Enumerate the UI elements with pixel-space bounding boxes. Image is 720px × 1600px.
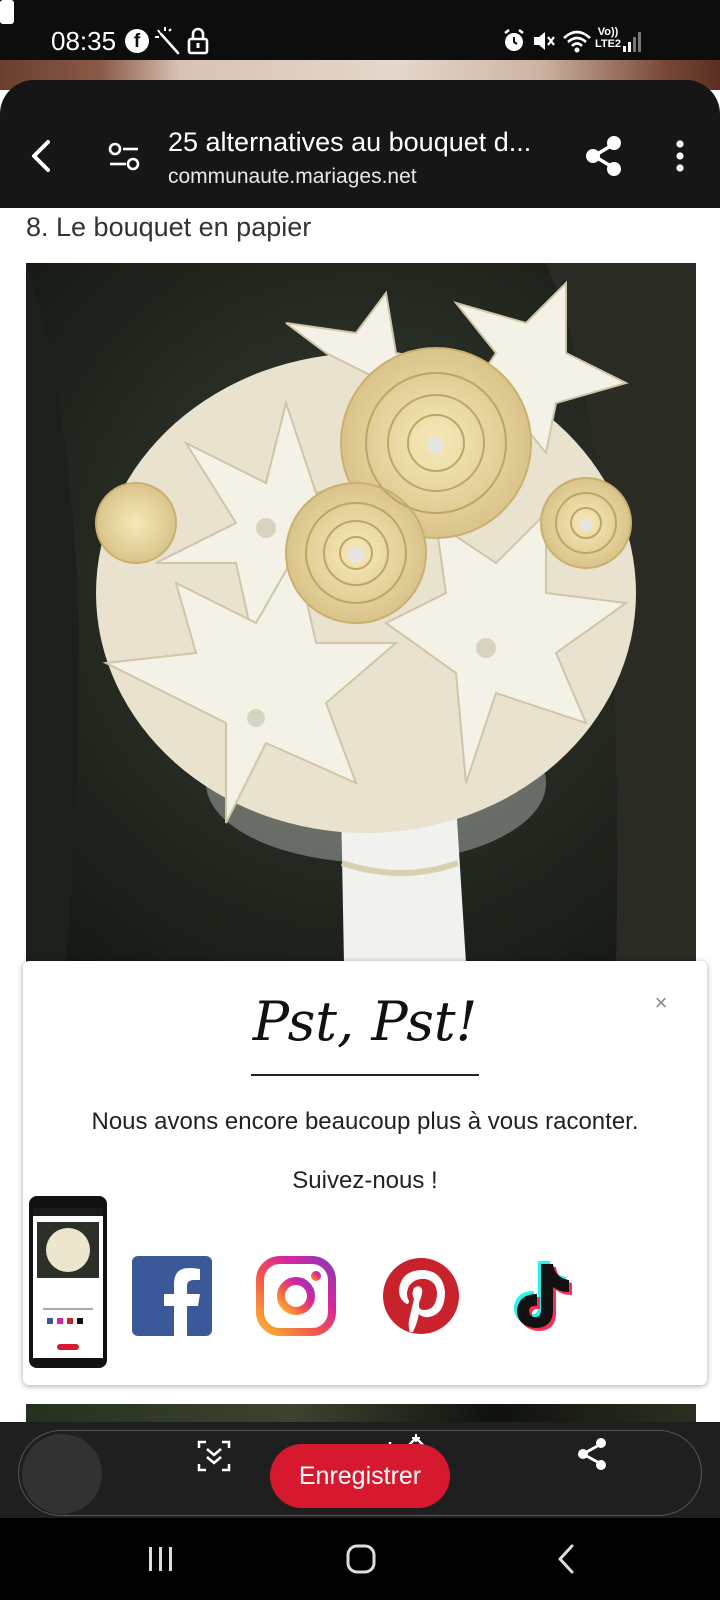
volte-label: Vo)) LTE2 (594, 26, 622, 50)
page-url: communaute.mariages.net (168, 165, 417, 188)
thumbnail-content (33, 1208, 103, 1358)
custom-tab-header: 25 alternatives au bouquet d... communau… (0, 80, 720, 208)
home-icon[interactable] (344, 1542, 378, 1576)
save-button[interactable]: Enregistrer (270, 1444, 450, 1508)
navigation-bar (0, 1518, 720, 1600)
popup-cta: Suivez-nous ! (292, 1167, 438, 1194)
lock-icon (187, 27, 209, 55)
facebook-icon[interactable] (132, 1256, 212, 1336)
mute-icon (534, 32, 555, 50)
pinterest-icon[interactable] (381, 1256, 461, 1336)
screenshot-thumbnail[interactable] (29, 1196, 107, 1368)
status-time: 08:35 (51, 26, 117, 56)
share-button[interactable] (582, 134, 626, 178)
toolbar-preview-thumbnail[interactable] (22, 1434, 102, 1514)
back-button[interactable] (26, 136, 56, 176)
follow-us-popup: × Pst, Pst! Nous avons encore beaucoup p… (23, 961, 707, 1385)
battery-icon (0, 0, 14, 24)
scroll-capture-icon[interactable] (196, 1438, 232, 1474)
alarm-icon (504, 29, 524, 51)
tiktok-icon[interactable] (503, 1256, 583, 1336)
popup-divider (251, 1074, 479, 1076)
popup-title: Pst, Pst! (252, 990, 478, 1053)
next-article-image (26, 1404, 696, 1422)
more-options-button[interactable] (668, 136, 692, 176)
status-bar: 08:35 f Vo)) LTE2 (0, 0, 720, 60)
facebook-notification-icon: f (125, 29, 149, 53)
bouquet-photo[interactable] (26, 263, 696, 963)
magic-wand-icon (155, 27, 180, 55)
wifi-icon (563, 30, 591, 53)
popup-message: Nous avons encore beaucoup plus à vous r… (91, 1108, 639, 1135)
nav-back-icon[interactable] (554, 1542, 578, 1576)
share-icon[interactable] (574, 1436, 610, 1472)
instagram-icon[interactable] (256, 1256, 336, 1336)
tune-icon[interactable] (106, 140, 142, 174)
section-heading: 8. Le bouquet en papier (26, 212, 312, 242)
page-title: 25 alternatives au bouquet d... (168, 127, 532, 157)
screenshot-toolbar: Enregistrer (0, 1422, 720, 1518)
recents-icon[interactable] (146, 1544, 176, 1574)
signal-icon (623, 32, 641, 52)
